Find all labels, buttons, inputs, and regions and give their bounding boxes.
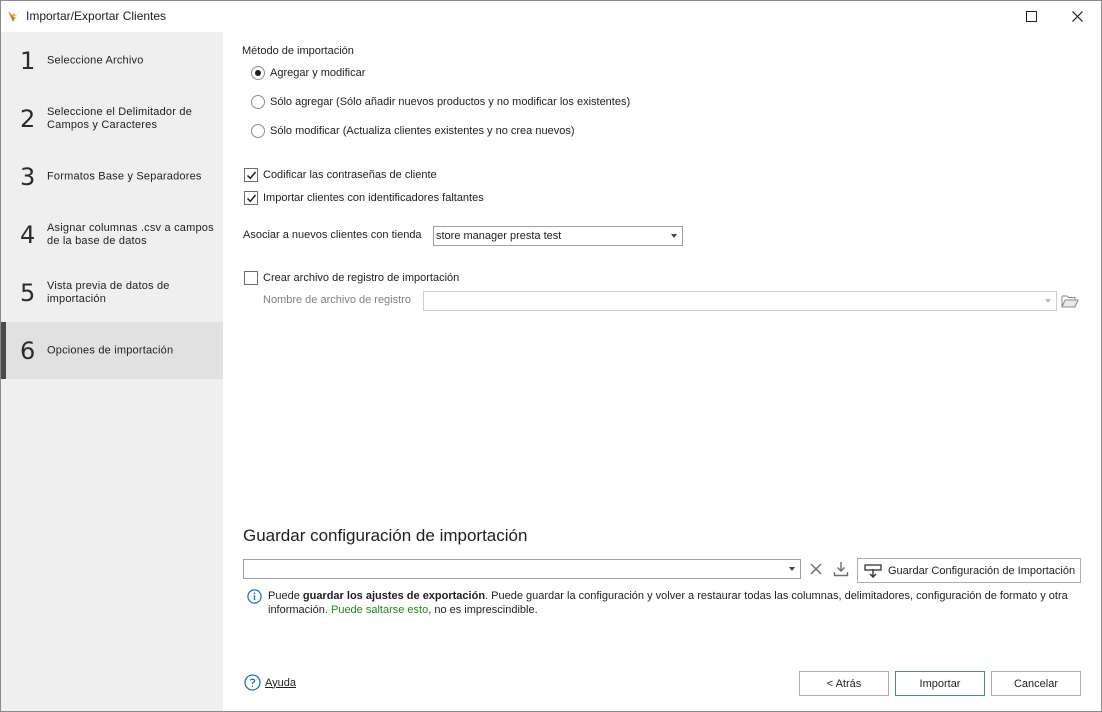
help-link[interactable]: Ayuda [244,674,296,691]
step-label: Opciones de importación [47,344,174,356]
step-delimiter[interactable]: 2 Seleccione el Delimitador de Campos y … [1,90,223,147]
info-icon [247,589,262,604]
save-config-title: Guardar configuración de importación [243,526,528,545]
step-number: 4 [20,220,36,249]
maximize-icon [1025,11,1037,22]
step-label: Asignar columnas .csv a campos de la bas… [47,221,214,247]
radio-add-modify-label[interactable]: Agregar y modificar [270,67,365,79]
import-missing-ids-label[interactable]: Importar clientes con identificadores fa… [263,192,484,204]
cancel-button[interactable]: Cancelar [991,671,1081,696]
title-bar: Importar/Exportar Clientes [1,1,1101,32]
load-config-button[interactable] [830,558,852,580]
step-import-options[interactable]: 6 Opciones de importación [1,322,223,379]
log-filename-label: Nombre de archivo de registro [263,294,411,306]
back-label: < Atrás [826,677,862,690]
step-label: Vista previa de datos de importación [47,279,170,305]
help-label: Ayuda [265,676,296,689]
window-title: Importar/Exportar Clientes [26,9,167,23]
create-log-checkbox[interactable] [244,271,258,285]
wizard-steps-sidebar: 1 Seleccione Archivo 2 Seleccione el Del… [1,32,223,711]
encode-passwords-checkbox[interactable] [244,168,258,182]
step-label: Seleccione Archivo [47,54,144,66]
import-export-window: Importar/Exportar Clientes 1 Seleccione … [0,0,1102,712]
browse-folder-button[interactable] [1059,290,1081,312]
step-assign-columns[interactable]: 4 Asignar columnas .csv a campos de la b… [1,206,223,263]
close-icon [810,563,822,575]
download-icon [833,562,849,577]
checkmark-icon [246,194,257,203]
close-icon [1071,11,1083,22]
import-label: Importar [919,677,961,690]
back-button[interactable]: < Atrás [799,671,889,696]
import-button[interactable]: Importar [895,671,985,696]
save-config-label: Guardar Configuración de Importación [888,564,1076,577]
save-config-button[interactable]: Guardar Configuración de Importación [857,558,1081,583]
chevron-down-icon [1045,299,1051,303]
import-options-panel: Método de importación Agregar y modifica… [223,32,1101,711]
store-select-value: store manager presta test [436,230,562,242]
log-filename-input[interactable] [423,291,1057,311]
save-config-info: Puede guardar los ajustes de exportación… [268,589,1083,617]
step-number: 6 [20,336,36,365]
step-number: 1 [20,46,36,75]
info-suffix: , no es imprescindible. [428,604,538,616]
step-number: 2 [20,104,36,133]
radio-modify-only[interactable] [251,124,265,138]
chevron-down-icon [671,234,677,238]
help-icon [244,674,261,691]
step-number: 3 [20,162,36,191]
chevron-down-icon [789,567,795,571]
create-log-label[interactable]: Crear archivo de registro de importación [263,272,459,284]
radio-add-modify[interactable] [251,66,265,80]
cancel-label: Cancelar [1013,677,1059,690]
info-skip: Puede saltarse esto [330,604,429,616]
step-label: Seleccione el Delimitador de Campos y Ca… [47,105,193,131]
radio-modify-only-label[interactable]: Sólo modificar (Actualiza clientes exist… [270,125,574,137]
info-bold: guardar los ajustes de exportación [302,590,486,602]
info-prefix: Puede [268,590,303,602]
app-logo-icon [8,10,20,22]
step-formats[interactable]: 3 Formatos Base y Separadores [1,148,223,205]
close-button[interactable] [1054,1,1100,32]
config-select[interactable] [243,559,801,579]
store-select[interactable]: store manager presta test [433,226,683,246]
step-number: 5 [20,278,36,307]
step-preview[interactable]: 5 Vista previa de datos de importación [1,264,223,321]
maximize-button[interactable] [1008,1,1054,32]
checkmark-icon [246,171,257,180]
delete-config-button[interactable] [805,558,827,580]
step-label: Formatos Base y Separadores [47,170,202,182]
save-config-icon [864,563,882,578]
radio-add-only[interactable] [251,95,265,109]
step-select-file[interactable]: 1 Seleccione Archivo [1,32,223,89]
import-method-label: Método de importación [242,45,354,57]
radio-add-only-label[interactable]: Sólo agregar (Sólo añadir nuevos product… [270,96,630,108]
folder-open-icon [1061,295,1079,307]
store-label: Asociar a nuevos clientes con tienda [243,229,422,241]
import-missing-ids-checkbox[interactable] [244,191,258,205]
encode-passwords-label[interactable]: Codificar las contraseñas de cliente [263,169,437,181]
